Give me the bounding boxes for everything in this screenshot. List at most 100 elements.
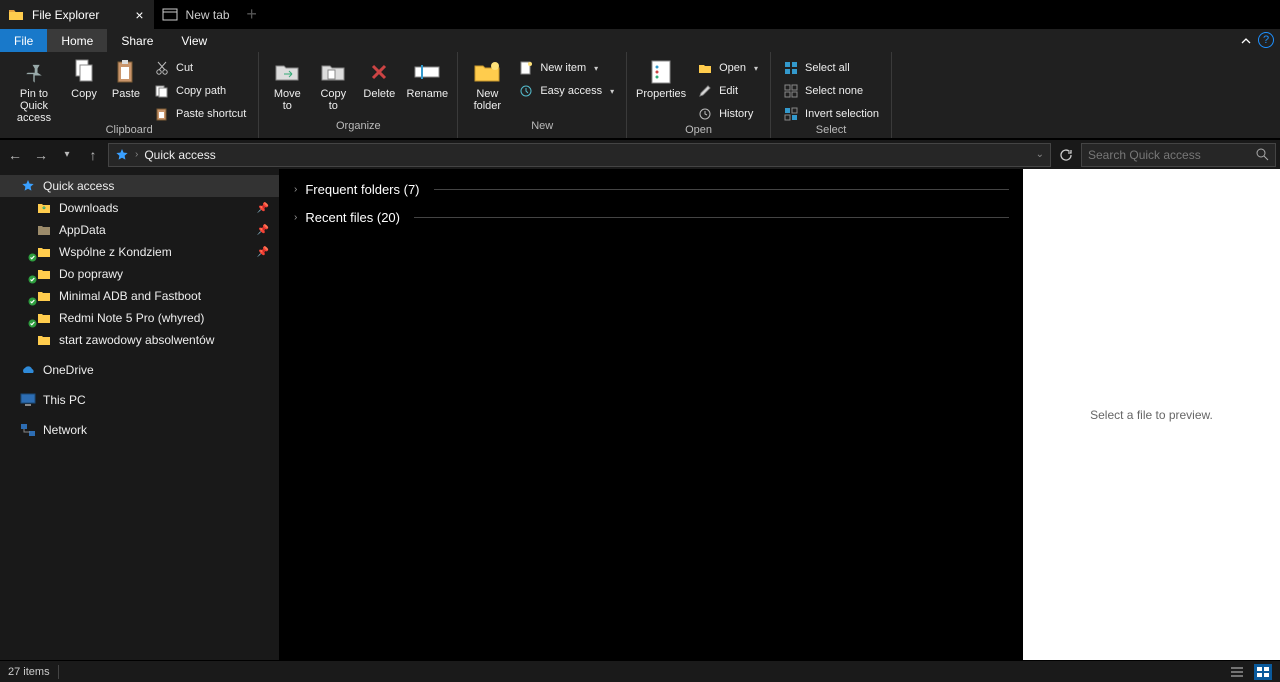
close-icon[interactable]: × [135, 7, 143, 23]
chevron-down-icon: ▾ [610, 87, 614, 96]
folder-icon [8, 7, 24, 23]
chevron-right-icon: › [135, 149, 138, 160]
tab-file-explorer[interactable]: File Explorer × [0, 0, 154, 29]
divider [434, 189, 1009, 190]
paste-button[interactable]: Paste [106, 56, 146, 100]
new-folder-button[interactable]: New folder [464, 56, 510, 112]
address-bar-row: ← → ▾ ↑ › Quick access ⌄ [0, 139, 1280, 169]
sidebar-item[interactable]: Wspólne z Kondziem📌 [0, 241, 279, 263]
menu-view[interactable]: View [167, 29, 221, 52]
tab-new-tab[interactable]: New tab [154, 0, 240, 29]
label: AppData [59, 223, 106, 237]
tab-bar: File Explorer × New tab + [0, 0, 1280, 29]
ribbon-group-organize: Move to Copy to Delete Rename Organize [259, 52, 458, 138]
sidebar-item[interactable]: AppData 📌 [0, 219, 279, 241]
pin-icon: 📌 [257, 225, 269, 236]
pin-icon: 📌 [257, 247, 269, 258]
chevron-down-icon[interactable]: ⌄ [1036, 149, 1044, 160]
history-icon [697, 106, 713, 122]
delete-button[interactable]: Delete [357, 56, 401, 100]
thumbnails-view-button[interactable] [1254, 664, 1272, 680]
folder-icon [36, 288, 52, 304]
label: OneDrive [43, 363, 94, 377]
sidebar-onedrive[interactable]: OneDrive [0, 359, 279, 381]
sidebar-item[interactable]: Do poprawy [0, 263, 279, 285]
label: This PC [43, 393, 86, 407]
details-view-button[interactable] [1228, 664, 1246, 680]
label: Properties [636, 88, 686, 100]
search-icon [1256, 148, 1269, 161]
copy-path-icon [154, 83, 170, 99]
refresh-button[interactable] [1055, 148, 1077, 162]
quick-access-star-icon [115, 148, 129, 162]
preview-empty-text: Select a file to preview. [1090, 408, 1213, 422]
select-all-button[interactable]: Select all [777, 58, 885, 78]
move-to-button[interactable]: Move to [265, 56, 309, 112]
menu-share[interactable]: Share [107, 29, 167, 52]
label: Frequent folders (7) [305, 182, 419, 197]
pin-quick-access-button[interactable]: Pin to Quick access [6, 56, 62, 124]
label: History [719, 108, 753, 120]
menu-file[interactable]: File [0, 29, 47, 52]
move-to-icon [271, 58, 303, 86]
select-none-button[interactable]: Select none [777, 81, 885, 101]
sidebar-item[interactable]: Minimal ADB and Fastboot [0, 285, 279, 307]
history-button[interactable]: History [691, 104, 764, 124]
ribbon-group-clipboard: Pin to Quick access Copy Paste Cut Copy … [0, 52, 259, 138]
sidebar-item[interactable]: start zawodowy absolwentów [0, 329, 279, 351]
menu-home[interactable]: Home [47, 29, 107, 52]
cut-button[interactable]: Cut [148, 58, 252, 78]
open-button[interactable]: Open▾ [691, 58, 764, 78]
properties-icon [645, 58, 677, 86]
open-icon [697, 60, 713, 76]
new-item-button[interactable]: New item▾ [512, 58, 620, 78]
divider [414, 217, 1009, 218]
collapse-ribbon-icon[interactable] [1236, 29, 1256, 52]
sidebar-item[interactable]: Redmi Note 5 Pro (whyred) [0, 307, 279, 329]
easy-access-icon [518, 83, 534, 99]
sidebar-this-pc[interactable]: This PC [0, 389, 279, 411]
recent-locations-button[interactable]: ▾ [56, 144, 78, 166]
delete-icon [363, 58, 395, 86]
label: Recent files (20) [305, 210, 400, 225]
sidebar-quick-access[interactable]: Quick access [0, 175, 279, 197]
chevron-right-icon: › [294, 184, 297, 195]
copy-icon [68, 58, 100, 86]
chevron-down-icon: ▾ [594, 64, 598, 73]
copy-path-button[interactable]: Copy path [148, 81, 252, 101]
add-tab-button[interactable]: + [240, 4, 264, 25]
label: Delete [363, 88, 395, 100]
up-button[interactable]: ↑ [82, 144, 104, 166]
label: Open [719, 62, 746, 74]
section-frequent-folders[interactable]: › Frequent folders (7) [294, 177, 1009, 201]
divider [58, 665, 59, 679]
label: New folder [474, 88, 502, 112]
label: Copy path [176, 85, 226, 97]
label: Edit [719, 85, 738, 97]
address-bar[interactable]: › Quick access ⌄ [108, 143, 1051, 167]
section-recent-files[interactable]: › Recent files (20) [294, 205, 1009, 229]
help-icon[interactable]: ? [1258, 32, 1274, 48]
label: Minimal ADB and Fastboot [59, 289, 201, 303]
search-input[interactable] [1088, 148, 1256, 162]
search-box[interactable] [1081, 143, 1276, 167]
window-icon [162, 7, 178, 23]
sidebar-item[interactable]: Downloads📌 [0, 197, 279, 219]
copy-to-button[interactable]: Copy to [311, 56, 355, 112]
preview-pane: Select a file to preview. [1023, 169, 1280, 660]
back-button[interactable]: ← [4, 144, 26, 166]
easy-access-button[interactable]: Easy access▾ [512, 81, 620, 101]
forward-button[interactable]: → [30, 144, 52, 166]
paste-shortcut-icon [154, 106, 170, 122]
menu-bar: File Home Share View ? [0, 29, 1280, 52]
invert-selection-button[interactable]: Invert selection [777, 104, 885, 124]
label: Select all [805, 62, 850, 74]
properties-button[interactable]: Properties [633, 56, 689, 100]
tab-label: File Explorer [32, 8, 99, 22]
copy-button[interactable]: Copy [64, 56, 104, 100]
paste-shortcut-button[interactable]: Paste shortcut [148, 104, 252, 124]
sidebar-network[interactable]: Network [0, 419, 279, 441]
ribbon-group-new: New folder New item▾ Easy access▾ New [458, 52, 627, 138]
edit-button[interactable]: Edit [691, 81, 764, 101]
rename-button[interactable]: Rename [403, 56, 451, 100]
